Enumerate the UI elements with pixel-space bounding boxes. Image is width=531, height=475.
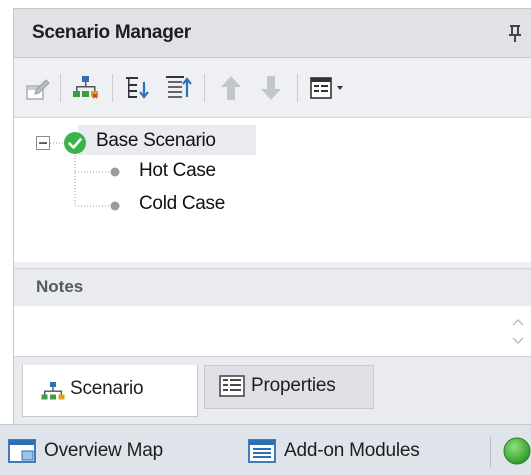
- scenario-tree: Base Scenario Hot Case Cold Case: [13, 118, 531, 268]
- toolbar-separator: [297, 74, 298, 102]
- scenario-bullet-icon: [110, 201, 120, 211]
- edit-scenario-icon[interactable]: [22, 72, 54, 104]
- addon-modules-icon: [248, 439, 276, 463]
- scenario-bullet-icon: [110, 167, 120, 177]
- notes-header: Notes: [13, 268, 531, 306]
- toolbar-separator: [60, 74, 61, 102]
- scenario-manager-window: Scenario Manager Base Scenario Hot Case …: [0, 0, 531, 475]
- bottom-status-bar: Overview Map Add-on Modules: [0, 424, 531, 475]
- pin-icon[interactable]: [505, 21, 525, 45]
- tree-item-hot-case[interactable]: Hot Case: [139, 160, 216, 182]
- panel-title: Scenario Manager: [32, 22, 191, 43]
- status-separator: [490, 437, 491, 467]
- overview-map-label: Overview Map: [44, 440, 164, 461]
- current-scenario-check-icon: [64, 132, 86, 154]
- addon-modules-button[interactable]: Add-on Modules: [248, 438, 478, 464]
- tab-properties[interactable]: Properties: [204, 365, 374, 409]
- scroll-down-icon[interactable]: [510, 335, 526, 347]
- panel-tab-strip: Scenario Properties: [13, 356, 531, 424]
- tree-connector: [74, 155, 76, 206]
- addon-modules-label: Add-on Modules: [284, 440, 420, 461]
- toolbar-separator: [204, 74, 205, 102]
- status-indicator-icon[interactable]: [503, 437, 531, 465]
- overview-map-icon: [8, 439, 36, 463]
- tab-properties-label: Properties: [251, 375, 336, 396]
- panel-title-bar: Scenario Manager: [13, 8, 531, 58]
- view-options-dropdown-icon[interactable]: [307, 72, 353, 104]
- tree-item-base-scenario[interactable]: Base Scenario: [96, 130, 216, 152]
- move-down-icon[interactable]: [255, 72, 287, 104]
- tab-scenario[interactable]: Scenario: [22, 365, 198, 417]
- tree-connector: [75, 171, 109, 173]
- toolbar-separator: [112, 74, 113, 102]
- expand-all-icon[interactable]: [122, 72, 154, 104]
- scenario-tree-icon: [41, 382, 65, 400]
- tree-connector: [50, 142, 64, 144]
- tab-scenario-label: Scenario: [70, 378, 144, 399]
- scroll-up-icon[interactable]: [510, 316, 526, 328]
- tree-connector: [75, 205, 109, 207]
- scenario-tree-icon[interactable]: [70, 72, 102, 104]
- move-up-icon[interactable]: [215, 72, 247, 104]
- tree-item-cold-case[interactable]: Cold Case: [139, 193, 225, 215]
- notes-field[interactable]: [13, 306, 531, 356]
- scenario-toolbar: [13, 58, 531, 118]
- collapse-all-icon[interactable]: [162, 72, 194, 104]
- properties-grid-icon: [219, 375, 245, 397]
- overview-map-button[interactable]: Overview Map: [8, 438, 218, 464]
- notes-title: Notes: [36, 277, 84, 296]
- collapse-toggle-icon[interactable]: [36, 136, 50, 150]
